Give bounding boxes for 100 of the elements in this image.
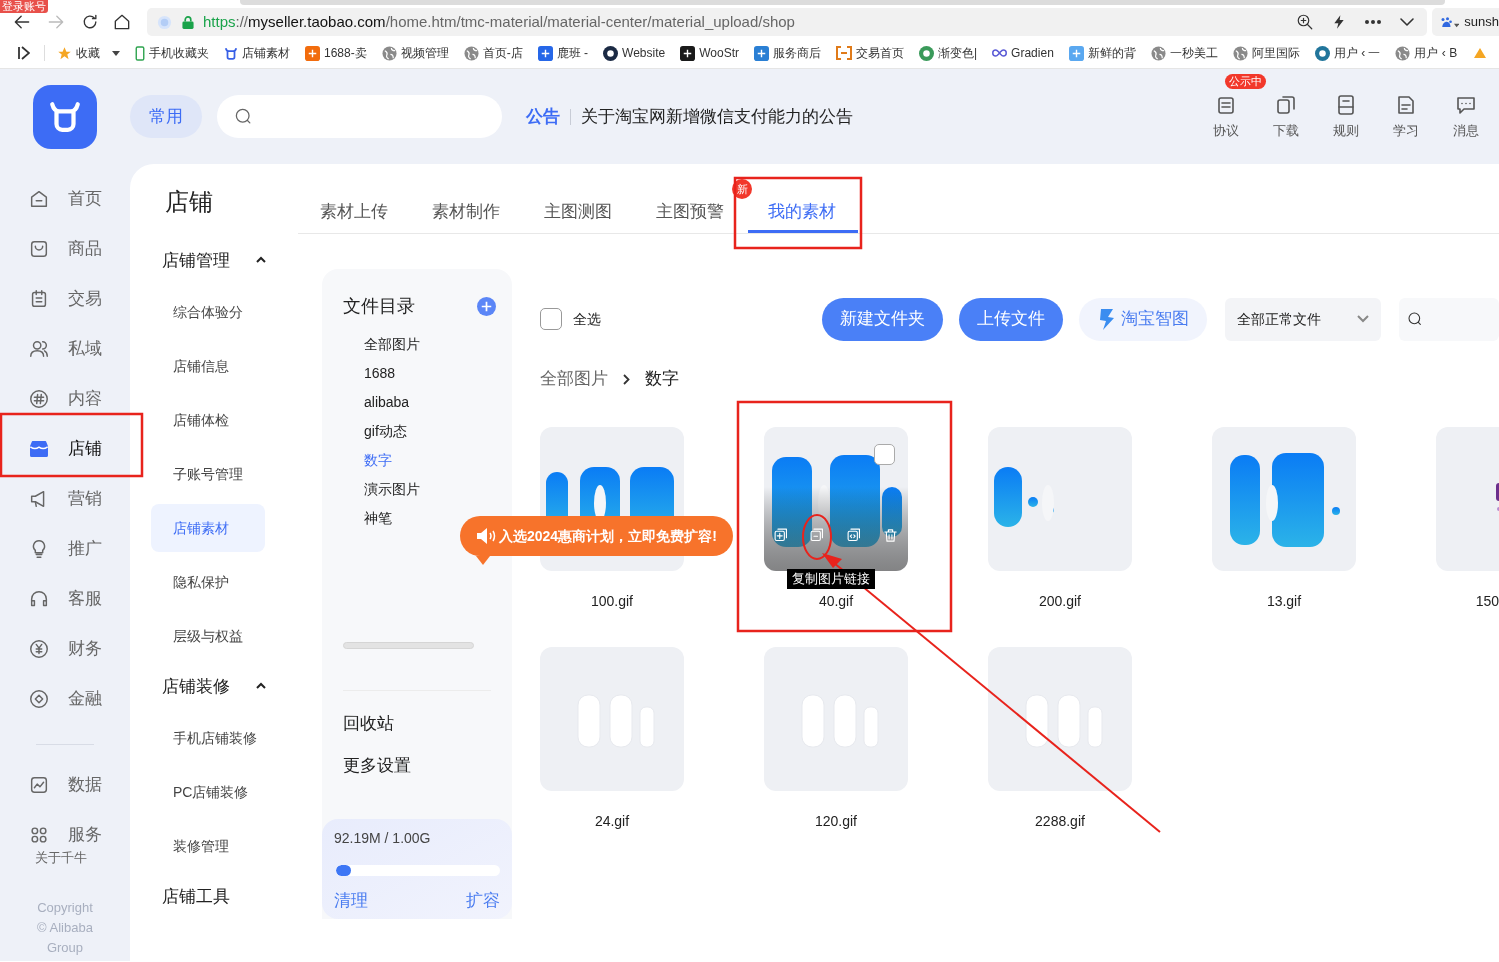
menu-group[interactable]: 店铺管理: [130, 240, 298, 282]
tool-button[interactable]: 淘宝智图: [1079, 297, 1207, 341]
header-tool[interactable]: 学习: [1393, 92, 1419, 141]
nav-item[interactable]: 店铺: [0, 424, 130, 474]
bookmark[interactable]: 视频管理: [381, 44, 449, 62]
breadcrumb-item: 数字: [645, 368, 679, 391]
folder-item[interactable]: 全部图片: [322, 330, 512, 359]
folder-item[interactable]: alibaba: [322, 388, 512, 417]
menu-item[interactable]: 店铺信息: [151, 342, 265, 390]
nav-item[interactable]: 客服: [0, 574, 130, 624]
bracket-icon: [836, 46, 852, 60]
header-tool[interactable]: 消息: [1453, 92, 1479, 141]
bookmark[interactable]: 阿里国际: [1232, 44, 1300, 62]
bookmark[interactable]: 首页-店: [463, 44, 523, 62]
header-tool[interactable]: 下载: [1273, 92, 1299, 141]
filter-dropdown[interactable]: 全部正常文件: [1225, 297, 1381, 341]
breadcrumb-item[interactable]: 全部图片: [540, 366, 608, 392]
bookmark[interactable]: WooStr: [680, 44, 739, 62]
menu-item[interactable]: 子账号管理: [151, 450, 265, 498]
code-icon[interactable]: [845, 527, 863, 544]
square-icon: [754, 45, 769, 61]
nav-item[interactable]: 数据: [0, 760, 130, 810]
tab[interactable]: 我的素材: [748, 193, 858, 233]
primary-button[interactable]: 新建文件夹: [822, 297, 943, 341]
notice-link[interactable]: 关于淘宝网新增微信支付能力的公告: [581, 103, 853, 130]
nav-item[interactable]: 商品: [0, 224, 130, 274]
menu-item[interactable]: 店铺素材: [151, 504, 265, 552]
folder-item[interactable]: 1688: [322, 359, 512, 388]
menu-group[interactable]: 店铺装修: [130, 666, 298, 708]
more-icon[interactable]: [1364, 19, 1382, 25]
globe-icon: [463, 45, 479, 61]
tab[interactable]: 素材上传: [300, 193, 410, 233]
nav-item[interactable]: 推广: [0, 524, 130, 574]
primary-button[interactable]: 上传文件: [959, 297, 1063, 341]
bookmark[interactable]: 交易首页: [836, 44, 904, 62]
bookmark[interactable]: 鹿班 -: [537, 44, 589, 62]
menu-item[interactable]: 隐私保护: [151, 558, 265, 606]
menu-item[interactable]: 综合体验分: [151, 288, 265, 336]
profile-button[interactable]: sunsh: [1432, 8, 1499, 36]
bookmark[interactable]: Gradien: [992, 44, 1054, 62]
chevron-down-icon[interactable]: [1399, 17, 1415, 27]
nav-item[interactable]: 首页: [0, 174, 130, 224]
bookmark[interactable]: 服务商后: [754, 44, 821, 62]
menu-item[interactable]: 手机店铺装修: [151, 714, 265, 762]
tab[interactable]: 主图测图: [524, 193, 634, 233]
bookmark[interactable]: 一秒美工: [1150, 44, 1218, 62]
chart-icon: [28, 774, 50, 796]
menu-item[interactable]: 层级与权益: [151, 612, 265, 660]
checkbox[interactable]: [874, 444, 895, 465]
checkbox[interactable]: [540, 308, 562, 330]
nav-item[interactable]: 财务: [0, 624, 130, 674]
nav-item[interactable]: 交易: [0, 274, 130, 324]
folder-item[interactable]: 演示图片: [322, 475, 512, 504]
url-text: https://myseller.taobao.com/home.htm/tmc-material/material-center/material_upload/shop: [203, 11, 795, 32]
panel-link[interactable]: 回收站: [322, 713, 512, 735]
file-name: 100.gif: [589, 592, 634, 611]
folder-item[interactable]: gif动态: [322, 417, 512, 446]
storage-link[interactable]: 扩容: [466, 888, 500, 914]
tab[interactable]: 素材制作: [412, 193, 522, 233]
address-bar[interactable]: https://myseller.taobao.com/home.htm/tmc-material/material-center/material_upload/shop: [147, 8, 1427, 36]
header-tool[interactable]: 规则: [1333, 92, 1359, 141]
copy-icon[interactable]: [773, 527, 790, 544]
bookmark[interactable]: 用户 ‹ B: [1395, 44, 1458, 62]
yen-icon: [28, 638, 50, 660]
notice-label: 公告: [526, 105, 560, 128]
menu-item[interactable]: 店铺体检: [151, 396, 265, 444]
trash-icon[interactable]: [882, 527, 899, 544]
bookmark[interactable]: Website: [603, 44, 666, 62]
storage-link[interactable]: 清理: [334, 888, 368, 914]
bookmark[interactable]: 手机收藏夹: [135, 44, 209, 62]
add-icon[interactable]: [477, 297, 496, 316]
nav-item[interactable]: 金融: [0, 674, 130, 724]
menu-group[interactable]: 店铺工具: [130, 876, 298, 918]
header-tool[interactable]: 协议: [1213, 92, 1239, 141]
nav-item[interactable]: 私域: [0, 324, 130, 374]
panel-link[interactable]: 更多设置: [322, 755, 512, 777]
bookmark[interactable]: 用户 ‹ 一: [1314, 44, 1381, 62]
bubble-pointer: [476, 556, 490, 565]
scrollbar[interactable]: [343, 642, 474, 649]
bookmark[interactable]: 渐变色|: [919, 44, 978, 62]
zoom-icon[interactable]: [1296, 13, 1314, 31]
about-link[interactable]: 关于千牛: [0, 848, 130, 868]
search-field[interactable]: [1399, 297, 1499, 341]
menu-item[interactable]: 装修管理: [151, 822, 265, 870]
nav-item[interactable]: 营销: [0, 474, 130, 524]
nav-item[interactable]: 内容: [0, 374, 130, 424]
search-field[interactable]: [217, 95, 502, 138]
menu-item[interactable]: PC店铺装修: [151, 768, 265, 816]
square-icon: [537, 45, 553, 61]
bookmark[interactable]: 新鲜的背: [1068, 44, 1136, 62]
bookmark[interactable]: 收藏: [57, 44, 120, 62]
annotation-circle: [802, 514, 832, 560]
storage-usage: 92.19M / 1.00G: [334, 829, 432, 848]
folder-item[interactable]: 数字: [322, 446, 512, 475]
bookmark-icon[interactable]: [1472, 46, 1489, 60]
globe-icon: [1150, 45, 1166, 61]
shortcut-button[interactable]: 常用: [130, 95, 202, 138]
bookmark[interactable]: 1688-卖: [305, 44, 367, 62]
bookmark[interactable]: 店铺素材: [224, 44, 290, 62]
sidebar-toggle-icon[interactable]: [18, 46, 30, 60]
